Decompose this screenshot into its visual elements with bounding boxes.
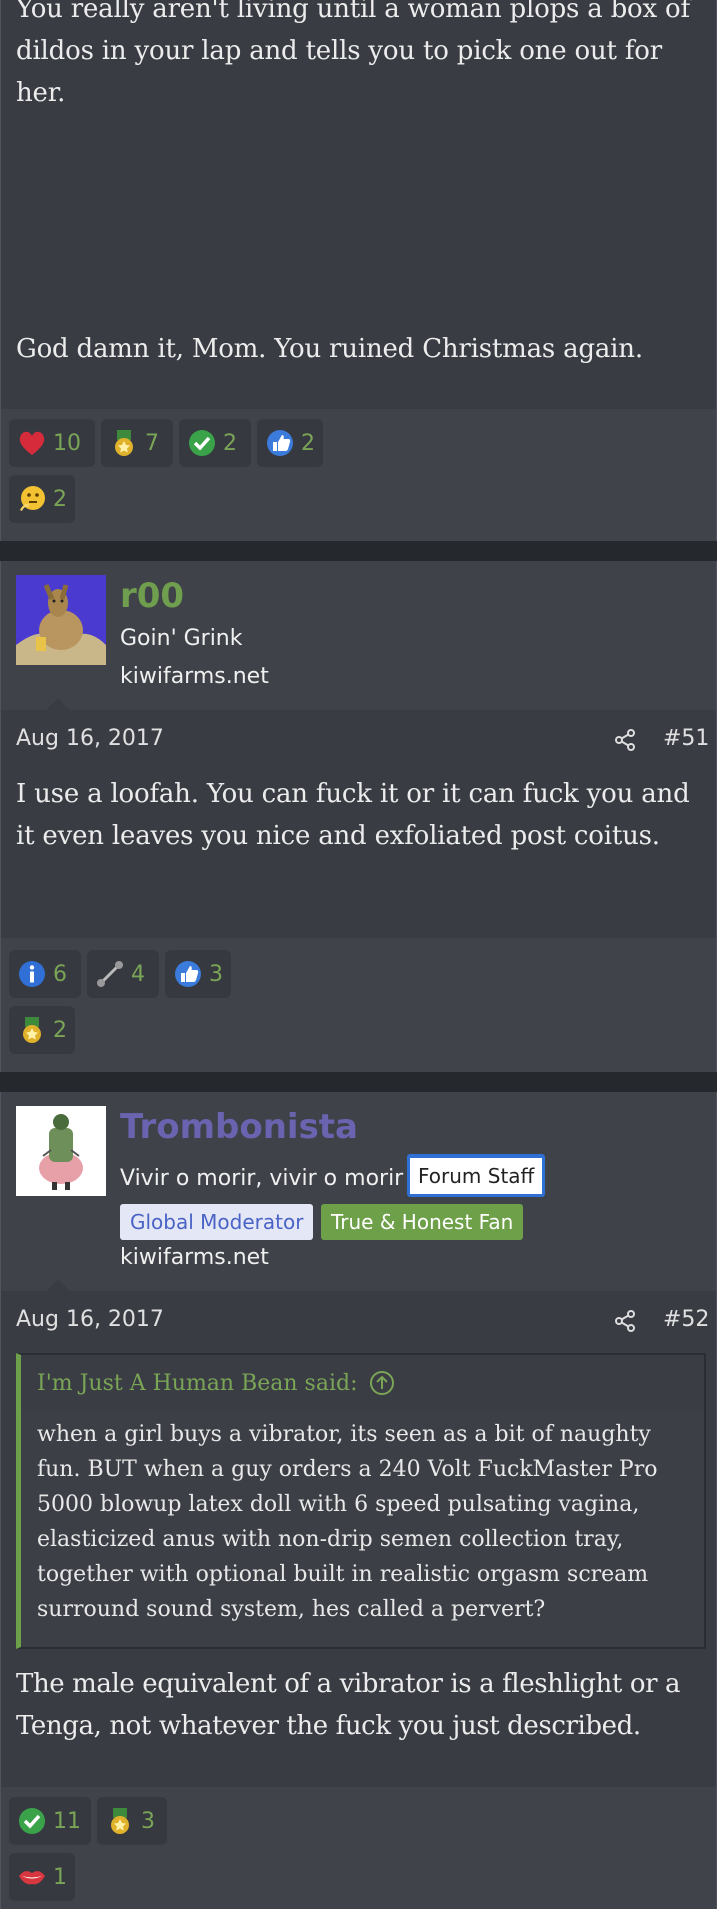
heart-icon	[17, 428, 47, 458]
post-arrow	[46, 1279, 70, 1291]
share-icon[interactable]	[613, 1309, 637, 1337]
username[interactable]: Trombonista	[120, 1107, 358, 1147]
post-number[interactable]: #51	[663, 726, 709, 751]
quote-author[interactable]: I'm Just A Human Bean said:	[37, 1371, 357, 1396]
reaction-count: 6	[53, 961, 67, 987]
reaction-count: 7	[145, 430, 159, 456]
check-icon	[187, 428, 217, 458]
post-50-body: You really aren't living until a woman p…	[0, 0, 717, 409]
username[interactable]: r00	[120, 576, 184, 616]
avatar[interactable]	[16, 575, 106, 665]
post-body-text: I use a loofah. You can fuck it or it ca…	[16, 779, 690, 851]
reaction-thumbs-up[interactable]: 3	[165, 950, 231, 998]
reaction-count: 1	[53, 1864, 67, 1890]
post-separator	[0, 1072, 717, 1092]
user-site: kiwifarms.net	[120, 1245, 269, 1270]
forum-staff-badge: Forum Staff	[407, 1154, 546, 1197]
user-title: Goin' Grink	[120, 626, 243, 651]
reaction-count: 2	[53, 486, 67, 512]
reaction-info[interactable]: 6	[9, 950, 81, 998]
avatar[interactable]	[16, 1106, 106, 1196]
medal-icon	[105, 1806, 135, 1836]
thumbs-up-icon	[265, 428, 295, 458]
quote-header[interactable]: I'm Just A Human Bean said:	[21, 1355, 704, 1411]
check-icon	[17, 1806, 47, 1836]
reaction-count: 2	[301, 430, 315, 456]
reaction-medal[interactable]: 7	[101, 419, 173, 467]
share-icon[interactable]	[613, 728, 637, 756]
quote-block: I'm Just A Human Bean said: when a girl …	[16, 1353, 706, 1649]
reaction-count: 4	[131, 961, 145, 987]
reaction-thinking[interactable]: 2	[9, 475, 75, 523]
reaction-check[interactable]: 2	[179, 419, 251, 467]
post-separator	[0, 541, 717, 561]
post-arrow	[46, 698, 70, 710]
reaction-heart[interactable]: 10	[9, 419, 95, 467]
reactions-bar: 6 4 3 2	[0, 938, 717, 1072]
post-51-body: Aug 16, 2017 #51 I use a loofah. You can…	[0, 710, 717, 938]
true-honest-fan-badge: True & Honest Fan	[321, 1204, 524, 1240]
user-header: r00 Goin' Grink kiwifarms.net	[0, 561, 717, 710]
user-title: Vivir o morir, vivir o morir	[120, 1166, 404, 1191]
reaction-count: 3	[209, 961, 223, 987]
dumbbell-icon	[95, 959, 125, 989]
medal-icon	[17, 1015, 47, 1045]
post-body-text: God damn it, Mom. You ruined Christmas a…	[16, 334, 643, 364]
reactions-bar: 10 7 2 2 2	[0, 409, 717, 541]
post-body-text: The male equivalent of a vibrator is a f…	[16, 1669, 681, 1741]
post-date[interactable]: Aug 16, 2017	[16, 726, 164, 751]
reaction-count: 2	[53, 1017, 67, 1043]
reaction-count: 10	[53, 430, 81, 456]
reaction-medal[interactable]: 3	[97, 1797, 167, 1845]
medal-icon	[109, 428, 139, 458]
reaction-count: 11	[53, 1808, 81, 1834]
lips-icon	[17, 1862, 47, 1892]
post-body-text: You really aren't living until a woman p…	[16, 0, 690, 108]
reaction-count: 2	[223, 430, 237, 456]
info-icon	[17, 959, 47, 989]
reaction-check[interactable]: 11	[9, 1797, 91, 1845]
reaction-lips[interactable]: 1	[9, 1853, 75, 1901]
reactions-bar: 11 3 1	[0, 1787, 717, 1909]
thinking-icon	[17, 484, 47, 514]
reaction-medal[interactable]: 2	[9, 1006, 75, 1054]
post-date[interactable]: Aug 16, 2017	[16, 1307, 164, 1332]
reaction-thumbs-up[interactable]: 2	[257, 419, 323, 467]
arrow-up-circle-icon[interactable]	[369, 1370, 395, 1396]
thumbs-up-icon	[173, 959, 203, 989]
reaction-count: 3	[141, 1808, 155, 1834]
global-moderator-badge: Global Moderator	[120, 1204, 314, 1240]
post-number[interactable]: #52	[663, 1307, 709, 1332]
quote-body: when a girl buys a vibrator, its seen as…	[37, 1422, 658, 1622]
post-52-body: Aug 16, 2017 #52 I'm Just A Human Bean s…	[0, 1291, 717, 1787]
user-site: kiwifarms.net	[120, 664, 269, 689]
user-header: Trombonista Vivir o morir, vivir o morir…	[0, 1092, 717, 1291]
reaction-dumbbell[interactable]: 4	[87, 950, 159, 998]
